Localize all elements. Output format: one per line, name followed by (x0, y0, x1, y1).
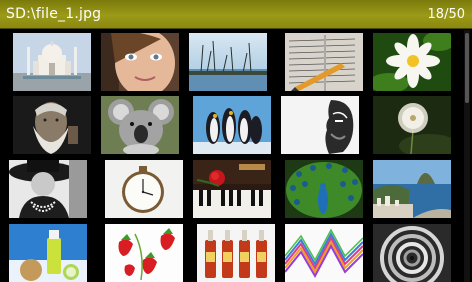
thumbnail-peacock[interactable] (285, 160, 363, 218)
thumbnail-lake-reeds[interactable] (189, 33, 267, 91)
thumbnail-dandelion[interactable] (373, 96, 451, 154)
thumbnail-old-man[interactable] (13, 96, 91, 154)
thumbnail-man-profile[interactable] (281, 96, 359, 154)
scrollbar-thumb[interactable] (465, 33, 469, 103)
file-path-title: SD:\file_1.jpg (6, 6, 102, 22)
thumbnail-girl-face[interactable] (101, 33, 179, 91)
thumbnail-taj-mahal[interactable] (13, 33, 91, 91)
thumbnail-pen-on-book[interactable] (285, 33, 363, 91)
thumbnail-sauce-bottles[interactable] (197, 224, 275, 282)
thumbnail-juice-fruits[interactable] (9, 224, 87, 282)
thumbnail-koala[interactable] (101, 96, 179, 154)
thumbnail-grid (0, 30, 472, 282)
thumbnail-bay-coast[interactable] (373, 160, 451, 218)
thumbnail-pocket-watch[interactable] (105, 160, 183, 218)
thumbnail-color-waves[interactable] (285, 224, 363, 282)
title-bar: SD:\file_1.jpg 18/50 (0, 0, 472, 29)
image-counter: 18/50 (427, 7, 465, 22)
thumbnail-piano-rose[interactable] (193, 160, 271, 218)
thumbnail-strawberries[interactable] (105, 224, 183, 282)
thumbnail-woman-hat[interactable] (9, 160, 87, 218)
thumbnail-spiral-steps[interactable] (373, 224, 451, 282)
thumbnail-penguins[interactable] (193, 96, 271, 154)
thumbnail-white-flower[interactable] (373, 33, 451, 91)
